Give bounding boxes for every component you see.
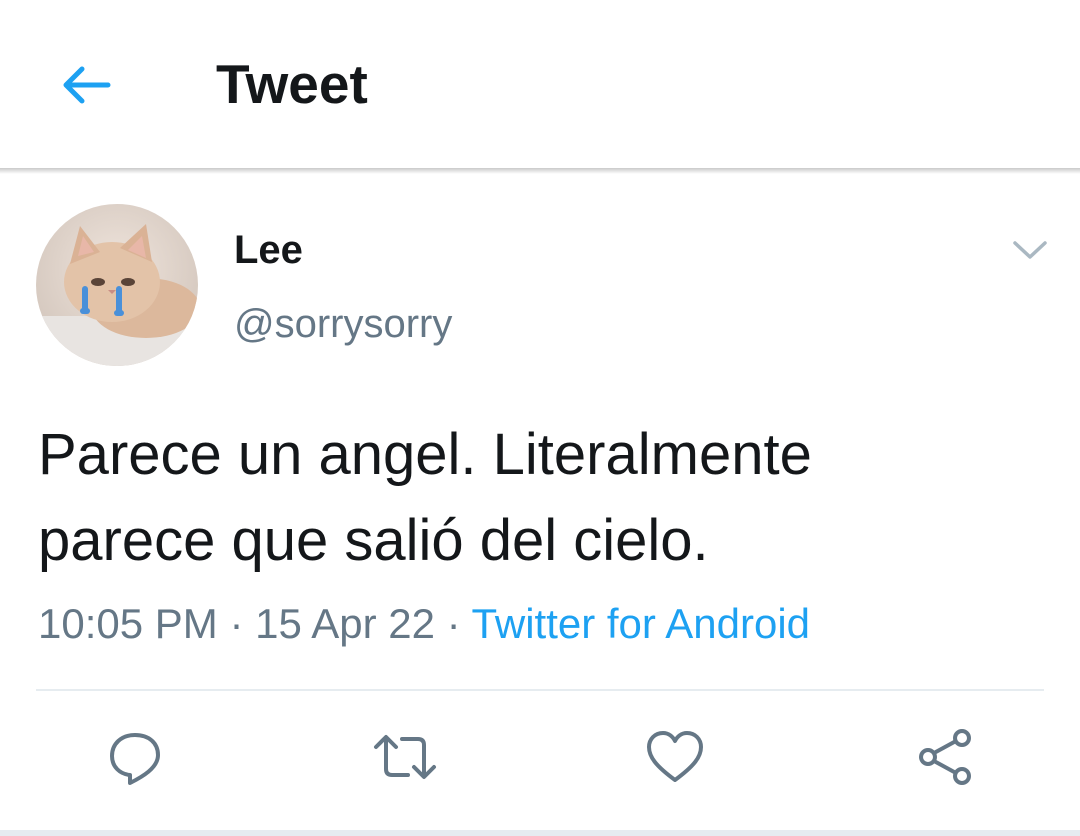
meta-separator: · (446, 600, 461, 647)
tweet-metadata: 10:05 PM · 15 Apr 22 · Twitter for Andro… (38, 600, 810, 648)
retweet-button[interactable] (370, 722, 440, 792)
share-icon (919, 729, 971, 785)
page-title: Tweet (216, 53, 368, 115)
share-button[interactable] (910, 722, 980, 792)
author-avatar[interactable] (36, 204, 198, 366)
tweet-time: 10:05 PM (38, 600, 218, 647)
bottom-divider (0, 830, 1080, 836)
cat-avatar-image (36, 204, 198, 366)
meta-separator: · (229, 600, 244, 647)
back-button[interactable] (50, 55, 120, 115)
chevron-down-icon (1013, 241, 1047, 259)
arrow-left-icon (63, 66, 111, 104)
retweet-icon (374, 735, 436, 779)
tweet-options-button[interactable] (1008, 230, 1052, 270)
tweet-source-link[interactable]: Twitter for Android (472, 600, 810, 647)
tweet-text-line: parece que salió del cielo. (38, 508, 709, 573)
reply-button[interactable] (100, 722, 170, 792)
author-display-name[interactable]: Lee (234, 228, 303, 273)
author-handle[interactable]: @sorrysorry (234, 302, 452, 347)
tweet-detail-screen: Tweet Lee @sorrysorry Parece un angel. L… (0, 0, 1080, 836)
tweet-text: Parece un angel. Literalmente parece que… (38, 412, 1048, 584)
tweet-text-line: Parece un angel. Literalmente (38, 422, 812, 487)
tweet-date: 15 Apr 22 (255, 600, 435, 647)
header-divider (0, 168, 1080, 174)
top-app-bar: Tweet (0, 0, 1080, 168)
actions-divider (36, 689, 1044, 691)
heart-icon (647, 731, 703, 782)
like-button[interactable] (640, 722, 710, 792)
reply-icon (110, 733, 160, 785)
